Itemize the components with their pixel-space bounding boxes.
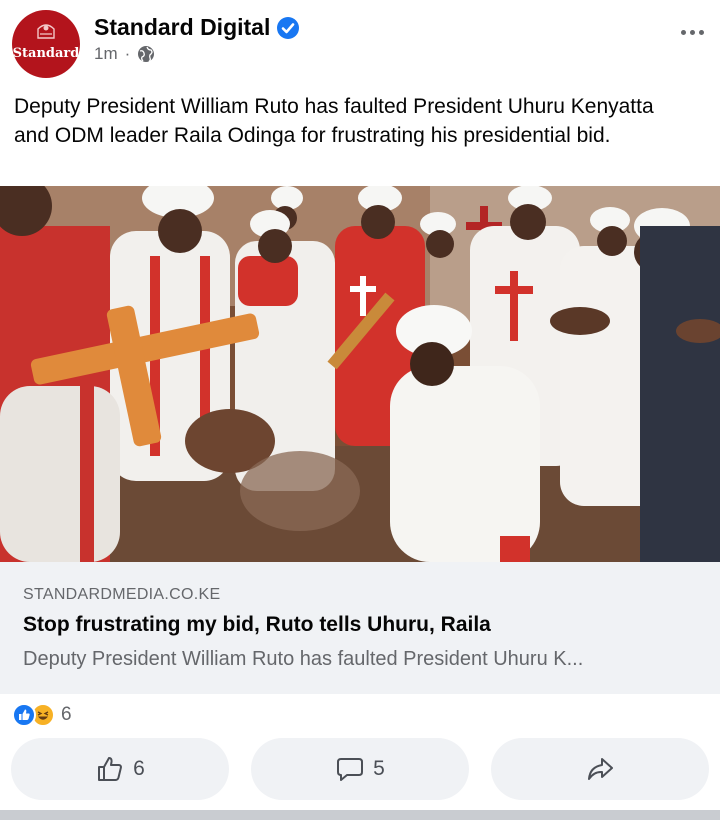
link-description: Deputy President William Ruto has faulte… (23, 648, 584, 670)
share-button[interactable] (491, 738, 709, 800)
post-text: Deputy President William Ruto has faulte… (14, 95, 654, 147)
post-meta: 1m · (94, 43, 155, 65)
post-header: Standard Standard Digital 1m · (0, 0, 720, 82)
more-options-icon[interactable] (672, 18, 712, 46)
thumbs-up-icon (98, 757, 123, 781)
page-name[interactable]: Standard Digital (94, 14, 270, 41)
comment-bubble-icon (337, 758, 364, 781)
post-actions: 6 5 (0, 738, 720, 800)
feed-divider (0, 810, 720, 820)
link-domain: STANDARDMEDIA.CO.KE (23, 586, 221, 603)
like-reaction-icon (12, 703, 36, 727)
avatar-logo-text: Standard (12, 46, 80, 61)
comment-count: 5 (373, 757, 385, 780)
post-timestamp[interactable]: 1m (94, 44, 118, 64)
page-avatar[interactable]: Standard (12, 10, 80, 78)
crest-icon (37, 24, 55, 39)
photo-illustration (0, 186, 720, 562)
link-title[interactable]: Stop frustrating my bid, Ruto tells Uhur… (23, 613, 491, 637)
post-photo[interactable] (0, 186, 720, 562)
link-preview[interactable]: STANDARDMEDIA.CO.KE Stop frustrating my … (0, 562, 720, 694)
like-count: 6 (133, 757, 145, 780)
reaction-summary[interactable]: 6 (12, 702, 72, 728)
globe-icon (138, 46, 155, 63)
reaction-count: 6 (61, 704, 72, 725)
comment-button[interactable]: 5 (251, 738, 469, 800)
meta-separator: · (124, 44, 131, 63)
like-button[interactable]: 6 (11, 738, 229, 800)
share-arrow-icon (588, 758, 613, 780)
verified-badge-icon (277, 17, 299, 39)
